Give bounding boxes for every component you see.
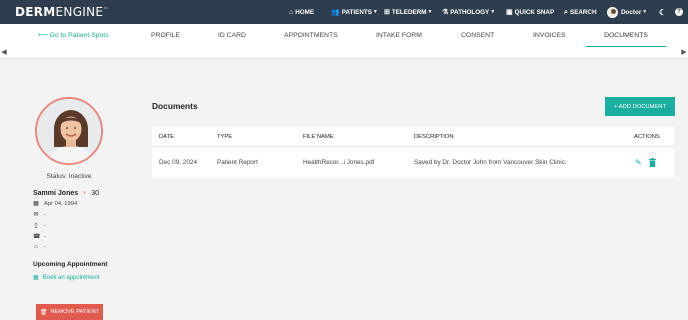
patient-age: 30 xyxy=(91,190,100,197)
dark-mode-toggle[interactable]: ☾ xyxy=(659,0,666,24)
upcoming-appointment-heading: Upcoming Appointment xyxy=(33,261,108,268)
moon-icon: ☾ xyxy=(659,7,667,17)
top-navbar: DERMENGINE™ ⌂ HOME 👥 PATIENTS ▼ ⊞ TELEDERM ▼ … xyxy=(0,0,688,24)
patients-icon: 👥 xyxy=(331,8,340,16)
document-type: Patient Report xyxy=(217,159,258,166)
patient-gender-age: ♀ 30 xyxy=(82,190,99,197)
trash-icon: 🗑 xyxy=(39,309,48,316)
document-description: Saved by Dr. Doctor John from Vancouver … xyxy=(414,159,567,166)
calendar-icon: ▦ xyxy=(33,275,39,281)
help-icon: ? xyxy=(675,8,683,16)
book-appointment-link[interactable]: ▦ Book an appointment xyxy=(33,274,99,282)
chevron-down-icon: ▼ xyxy=(372,9,378,15)
female-icon: ♀ xyxy=(82,190,88,197)
search-icon: ⌕ xyxy=(564,8,568,16)
tab-profile[interactable]: PROFILE xyxy=(151,24,180,47)
document-date: Dec 09, 2024 xyxy=(159,159,198,166)
tab-invoices[interactable]: INVOICES xyxy=(533,24,565,47)
nav-telederm[interactable]: ⊞ TELEDERM ▼ xyxy=(384,0,432,24)
column-header-date: DATE xyxy=(159,134,175,140)
patient-status: Status: Inactive xyxy=(46,173,92,180)
documents-table: DATE TYPE FILE NAME DESCRIPTION ACTIONS … xyxy=(152,127,674,178)
nav-home[interactable]: ⌂ HOME xyxy=(289,0,314,24)
tabs-scroll-right-icon[interactable]: ▶ xyxy=(680,47,688,59)
tab-id-card[interactable]: ID CARD xyxy=(218,24,246,47)
tabs-scroll-left-icon[interactable]: ◀ xyxy=(0,47,8,59)
tab-documents[interactable]: DOCUMENTS xyxy=(586,24,666,47)
microscope-icon: ⚗ xyxy=(442,8,449,16)
document-file-name[interactable]: HealthRecor...i Jones.pdf xyxy=(303,147,374,178)
remove-patient-button[interactable]: 🗑 REMOVE PATIENT xyxy=(36,304,103,320)
calendar-icon: ▦ xyxy=(33,201,39,207)
chevron-down-icon: ▼ xyxy=(642,9,648,15)
arrow-left-icon: ⟵ xyxy=(38,32,48,39)
table-header: DATE TYPE FILE NAME DESCRIPTION ACTIONS xyxy=(152,127,674,147)
delete-document-icon[interactable] xyxy=(649,158,656,169)
nav-user-menu[interactable]: Doctor ▼ xyxy=(607,0,647,24)
telederm-icon: ⊞ xyxy=(384,8,390,16)
nav-patients[interactable]: 👥 PATIENTS ▼ xyxy=(331,0,378,24)
phone-icon: ☎ xyxy=(33,234,41,240)
column-header-description: DESCRIPTION xyxy=(414,134,454,140)
home-icon: ⌂ xyxy=(34,244,38,250)
patient-email-row: ✉ - xyxy=(33,212,46,218)
home-icon: ⌂ xyxy=(289,8,294,16)
patient-photo xyxy=(35,97,103,165)
patient-address-row: ⌂ - xyxy=(34,244,46,250)
nav-search[interactable]: ⌕ SEARCH xyxy=(564,0,597,24)
chevron-down-icon: ▼ xyxy=(427,9,433,15)
tab-appointments[interactable]: APPOINTMENTS xyxy=(284,24,338,47)
column-header-file-name: FILE NAME xyxy=(303,134,334,140)
chevron-down-icon: ▼ xyxy=(490,9,496,15)
camera-icon: ▣ xyxy=(506,8,513,16)
back-to-patient-spots-link[interactable]: ⟵ Go to Patient Spots xyxy=(38,24,109,47)
dermengine-logo[interactable]: DERMENGINE™ xyxy=(15,5,109,19)
patient-portrait-image xyxy=(37,99,101,163)
trash-icon xyxy=(649,158,656,167)
user-avatar xyxy=(607,6,618,18)
patient-dob-row: ▦ Apr 04, 1994 xyxy=(33,201,78,207)
add-document-button[interactable]: + ADD DOCUMENT xyxy=(605,97,675,116)
documents-title: Documents xyxy=(152,101,198,111)
tab-intake-form[interactable]: INTAKE FORM xyxy=(376,24,422,47)
nav-pathology[interactable]: ⚗ PATHOLOGY ▼ xyxy=(442,0,495,24)
help-button[interactable]: ? xyxy=(675,0,683,24)
column-header-type: TYPE xyxy=(217,134,233,140)
patient-phone-row: ▯ - xyxy=(34,223,46,229)
edit-document-icon[interactable]: ✎ xyxy=(635,158,642,167)
tab-consent[interactable]: CONSENT xyxy=(461,24,494,47)
mobile-phone-icon: ▯ xyxy=(34,223,38,229)
nav-quick-snap[interactable]: ▣ QUICK SNAP xyxy=(506,0,554,24)
column-header-actions: ACTIONS xyxy=(634,134,660,140)
patient-name: Sammi Jones xyxy=(33,190,79,197)
email-icon: ✉ xyxy=(33,212,39,218)
patient-work-phone-row: ☎ - xyxy=(33,234,46,240)
patient-tab-bar: ⟵ Go to Patient Spots PROFILE ID CARD AP… xyxy=(0,24,688,59)
